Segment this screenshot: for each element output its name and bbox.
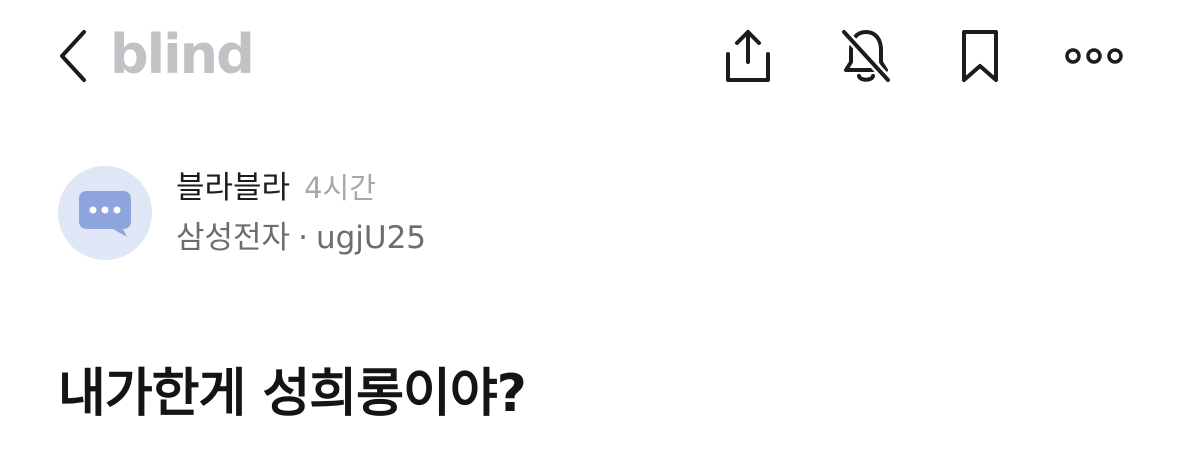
bookmark-icon	[962, 30, 998, 82]
channel-name[interactable]: 블라블라	[176, 170, 290, 206]
back-button[interactable]	[52, 26, 96, 86]
author-nickname: ugjU25	[315, 220, 427, 256]
more-horizontal-icon	[1065, 48, 1123, 64]
top-navigation-bar: blind	[0, 0, 1200, 112]
chevron-left-icon	[60, 30, 86, 82]
separator: ·	[298, 220, 308, 256]
chat-bubble-icon	[79, 191, 131, 237]
brand-logo: blind	[110, 23, 255, 86]
post-title: 내가한게 성희롱이야?	[58, 364, 527, 424]
author-info: 블라블라 4시간 삼성전자 · ugjU25	[58, 166, 758, 266]
author-channel-line: 블라블라 4시간	[176, 166, 376, 215]
notification-toggle-button[interactable]	[834, 22, 898, 90]
bell-off-icon	[839, 27, 893, 85]
share-icon	[726, 30, 770, 82]
share-button[interactable]	[716, 22, 780, 90]
author-company-line: 삼성전자 · ugjU25	[176, 216, 426, 260]
more-options-button[interactable]	[1062, 22, 1126, 90]
bookmark-button[interactable]	[948, 22, 1012, 90]
post-time: 4시간	[304, 171, 376, 205]
avatar[interactable]	[58, 166, 152, 260]
company-name[interactable]: 삼성전자	[176, 220, 290, 256]
